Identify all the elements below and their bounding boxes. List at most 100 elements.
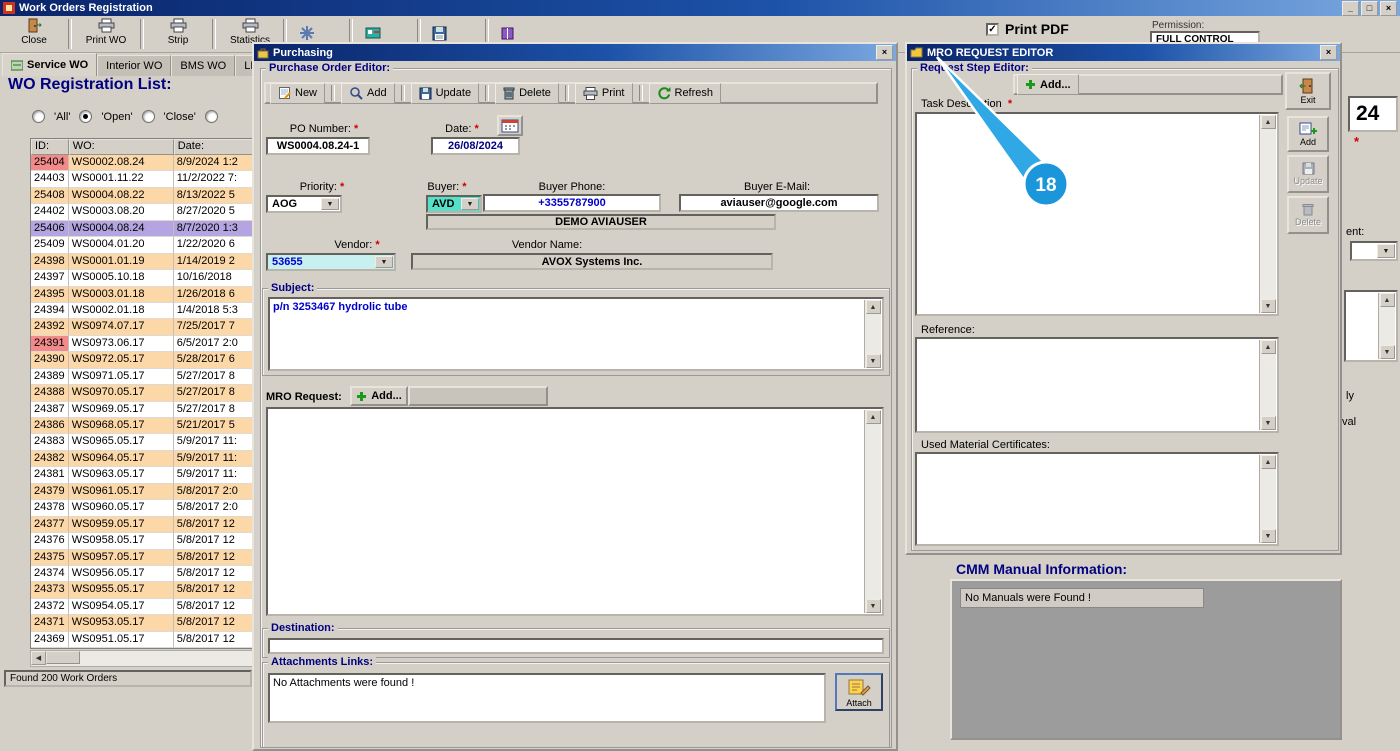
tab-service-wo[interactable]: Service WO bbox=[2, 53, 97, 76]
update-button[interactable]: Update bbox=[411, 83, 479, 104]
table-row[interactable]: 24391WS0973.06.176/5/2017 2:0 bbox=[31, 336, 255, 352]
close-window-button[interactable]: × bbox=[1380, 1, 1397, 16]
scroll-down-icon[interactable]: ▼ bbox=[1261, 299, 1276, 313]
exit-button[interactable]: Exit bbox=[1285, 72, 1331, 110]
close-mro-editor-button[interactable]: × bbox=[1320, 45, 1337, 60]
attachments-list[interactable]: No Attachments were found ! bbox=[268, 673, 826, 723]
reference-textarea[interactable]: ▲ ▼ bbox=[915, 337, 1279, 433]
radio-other[interactable] bbox=[205, 110, 218, 123]
scroll-down-icon[interactable]: ▼ bbox=[866, 354, 881, 368]
new-button[interactable]: New bbox=[270, 83, 325, 104]
table-row[interactable]: 24392WS0974.07.177/25/2017 7 bbox=[31, 319, 255, 335]
table-row[interactable]: 25408WS0004.08.228/13/2022 5 bbox=[31, 188, 255, 204]
radio-close[interactable] bbox=[142, 110, 155, 123]
table-row[interactable]: 24390WS0972.05.175/28/2017 6 bbox=[31, 352, 255, 368]
table-row[interactable]: 24375WS0957.05.175/8/2017 12 bbox=[31, 550, 255, 566]
dropdown-arrow-icon[interactable]: ▼ bbox=[321, 198, 339, 210]
strip-button[interactable]: Strip bbox=[144, 17, 212, 51]
table-row[interactable]: 24383WS0965.05.175/9/2017 11: bbox=[31, 434, 255, 450]
scroll-left-icon[interactable]: ◀ bbox=[31, 651, 46, 665]
table-row[interactable]: 24397WS0005.10.1810/16/2018 bbox=[31, 270, 255, 286]
wo-table-hscrollbar[interactable]: ◀ bbox=[30, 650, 258, 667]
table-row[interactable]: 24403WS0001.11.2211/2/2022 7: bbox=[31, 171, 255, 187]
scrollbar[interactable]: ▲ ▼ bbox=[1259, 340, 1276, 430]
buyer-dropdown[interactable]: AVD ▼ bbox=[426, 195, 482, 213]
dropdown-fragment[interactable]: ▼ bbox=[1350, 241, 1398, 261]
table-row[interactable]: 24379WS0961.05.175/8/2017 2:0 bbox=[31, 484, 255, 500]
hscroll-thumb[interactable] bbox=[46, 651, 80, 664]
mro-request-list[interactable]: ▲ ▼ bbox=[266, 407, 884, 616]
table-row[interactable]: 24402WS0003.08.208/27/2020 5 bbox=[31, 204, 255, 220]
scroll-up-icon[interactable]: ▲ bbox=[866, 410, 881, 424]
side-update-button[interactable]: Update bbox=[1287, 155, 1329, 193]
print-pdf-option[interactable]: ✓ Print PDF bbox=[986, 21, 1069, 37]
scroll-up-icon[interactable]: ▲ bbox=[1261, 115, 1276, 129]
date-field[interactable]: 26/08/2024 bbox=[431, 137, 520, 155]
po-number-field[interactable]: WS0004.08.24-1 bbox=[266, 137, 370, 155]
table-row[interactable]: 24381WS0963.05.175/9/2017 11: bbox=[31, 467, 255, 483]
close-wo-button[interactable]: Close bbox=[0, 17, 68, 51]
table-row[interactable]: 24376WS0958.05.175/8/2017 12 bbox=[31, 533, 255, 549]
dropdown-arrow-icon[interactable]: ▼ bbox=[375, 256, 393, 268]
table-row[interactable]: 24377WS0959.05.175/8/2017 12 bbox=[31, 517, 255, 533]
cmm-empty-item[interactable]: No Manuals were Found ! bbox=[960, 588, 1204, 608]
mro-editor-titlebar[interactable]: MRO REQUEST EDITOR × bbox=[907, 44, 1340, 61]
side-delete-button[interactable]: Delete bbox=[1287, 196, 1329, 234]
table-row[interactable]: 25404WS0002.08.248/9/2024 1:2 bbox=[31, 155, 255, 171]
table-row[interactable]: 24378WS0960.05.175/8/2017 2:0 bbox=[31, 500, 255, 516]
print-pdf-checkbox[interactable]: ✓ bbox=[986, 23, 999, 36]
certificates-textarea[interactable]: ▲ ▼ bbox=[915, 452, 1279, 546]
table-row[interactable]: 24386WS0968.05.175/21/2017 5 bbox=[31, 418, 255, 434]
radio-all[interactable] bbox=[32, 110, 45, 123]
dropdown-arrow-icon[interactable]: ▼ bbox=[1377, 244, 1395, 258]
delete-button[interactable]: Delete bbox=[495, 83, 559, 104]
table-row[interactable]: 24387WS0969.05.175/27/2017 8 bbox=[31, 402, 255, 418]
print-button[interactable]: Print bbox=[575, 83, 633, 104]
subject-textarea[interactable]: p/n 3253467 hydrolic tube ▲ ▼ bbox=[268, 297, 884, 371]
buyer-phone-field[interactable]: +3355787900 bbox=[483, 194, 661, 212]
scroll-down-icon[interactable]: ▼ bbox=[1380, 345, 1395, 359]
table-row[interactable]: 24388WS0970.05.175/27/2017 8 bbox=[31, 385, 255, 401]
table-row[interactable]: 25409WS0004.01.201/22/2020 6 bbox=[31, 237, 255, 253]
header-id[interactable]: ID: bbox=[31, 139, 69, 155]
priority-dropdown[interactable]: AOG ▼ bbox=[266, 195, 342, 213]
step-add-button[interactable]: Add... bbox=[1017, 74, 1079, 95]
table-row[interactable]: 24382WS0964.05.175/9/2017 11: bbox=[31, 451, 255, 467]
tab-bms-wo[interactable]: BMS WO bbox=[171, 55, 235, 76]
radio-open[interactable] bbox=[79, 110, 92, 123]
buyer-email-field[interactable]: aviauser@google.com bbox=[679, 194, 879, 212]
dropdown-arrow-icon[interactable]: ▼ bbox=[461, 198, 479, 210]
close-purchasing-button[interactable]: × bbox=[876, 45, 893, 60]
scroll-up-icon[interactable]: ▲ bbox=[1380, 293, 1395, 307]
scrollbar[interactable]: ▲ ▼ bbox=[864, 410, 881, 613]
attach-button[interactable]: Attach bbox=[835, 673, 883, 711]
side-add-button[interactable]: Add bbox=[1287, 116, 1329, 152]
scroll-down-icon[interactable]: ▼ bbox=[1261, 529, 1276, 543]
maximize-button[interactable]: □ bbox=[1361, 1, 1378, 16]
minimize-button[interactable]: _ bbox=[1342, 1, 1359, 16]
tab-interior-wo[interactable]: Interior WO bbox=[97, 55, 171, 76]
scroll-down-icon[interactable]: ▼ bbox=[866, 599, 881, 613]
table-row[interactable]: 25406WS0004.08.248/7/2020 1:3 bbox=[31, 221, 255, 237]
header-date[interactable]: Date: bbox=[174, 139, 255, 155]
calendar-button[interactable] bbox=[497, 115, 523, 136]
table-row[interactable]: 24369WS0951.05.175/8/2017 12 bbox=[31, 632, 255, 648]
scroll-up-icon[interactable]: ▲ bbox=[1261, 455, 1276, 469]
scroll-up-icon[interactable]: ▲ bbox=[866, 300, 881, 314]
table-row[interactable]: 24395WS0003.01.181/26/2018 6 bbox=[31, 287, 255, 303]
scroll-down-icon[interactable]: ▼ bbox=[1261, 416, 1276, 430]
table-row[interactable]: 24374WS0956.05.175/8/2017 12 bbox=[31, 566, 255, 582]
task-description-textarea[interactable]: ▲ ▼ bbox=[915, 112, 1279, 316]
scroll-up-icon[interactable]: ▲ bbox=[1261, 340, 1276, 354]
table-row[interactable]: 24371WS0953.05.175/8/2017 12 bbox=[31, 615, 255, 631]
table-row[interactable]: 24372WS0954.05.175/8/2017 12 bbox=[31, 599, 255, 615]
scrollbar[interactable]: ▲ ▼ bbox=[864, 300, 881, 368]
scrollbar[interactable]: ▲ ▼ bbox=[1259, 455, 1276, 543]
scrollbar[interactable]: ▲ ▼ bbox=[1378, 293, 1395, 359]
vendor-dropdown[interactable]: 53655 ▼ bbox=[266, 253, 396, 271]
destination-field[interactable] bbox=[268, 638, 884, 654]
table-row[interactable]: 24373WS0955.05.175/8/2017 12 bbox=[31, 582, 255, 598]
table-row[interactable]: 24394WS0002.01.181/4/2018 5:3 bbox=[31, 303, 255, 319]
print-wo-button[interactable]: Print WO bbox=[72, 17, 140, 51]
header-wo[interactable]: WO: bbox=[69, 139, 174, 155]
